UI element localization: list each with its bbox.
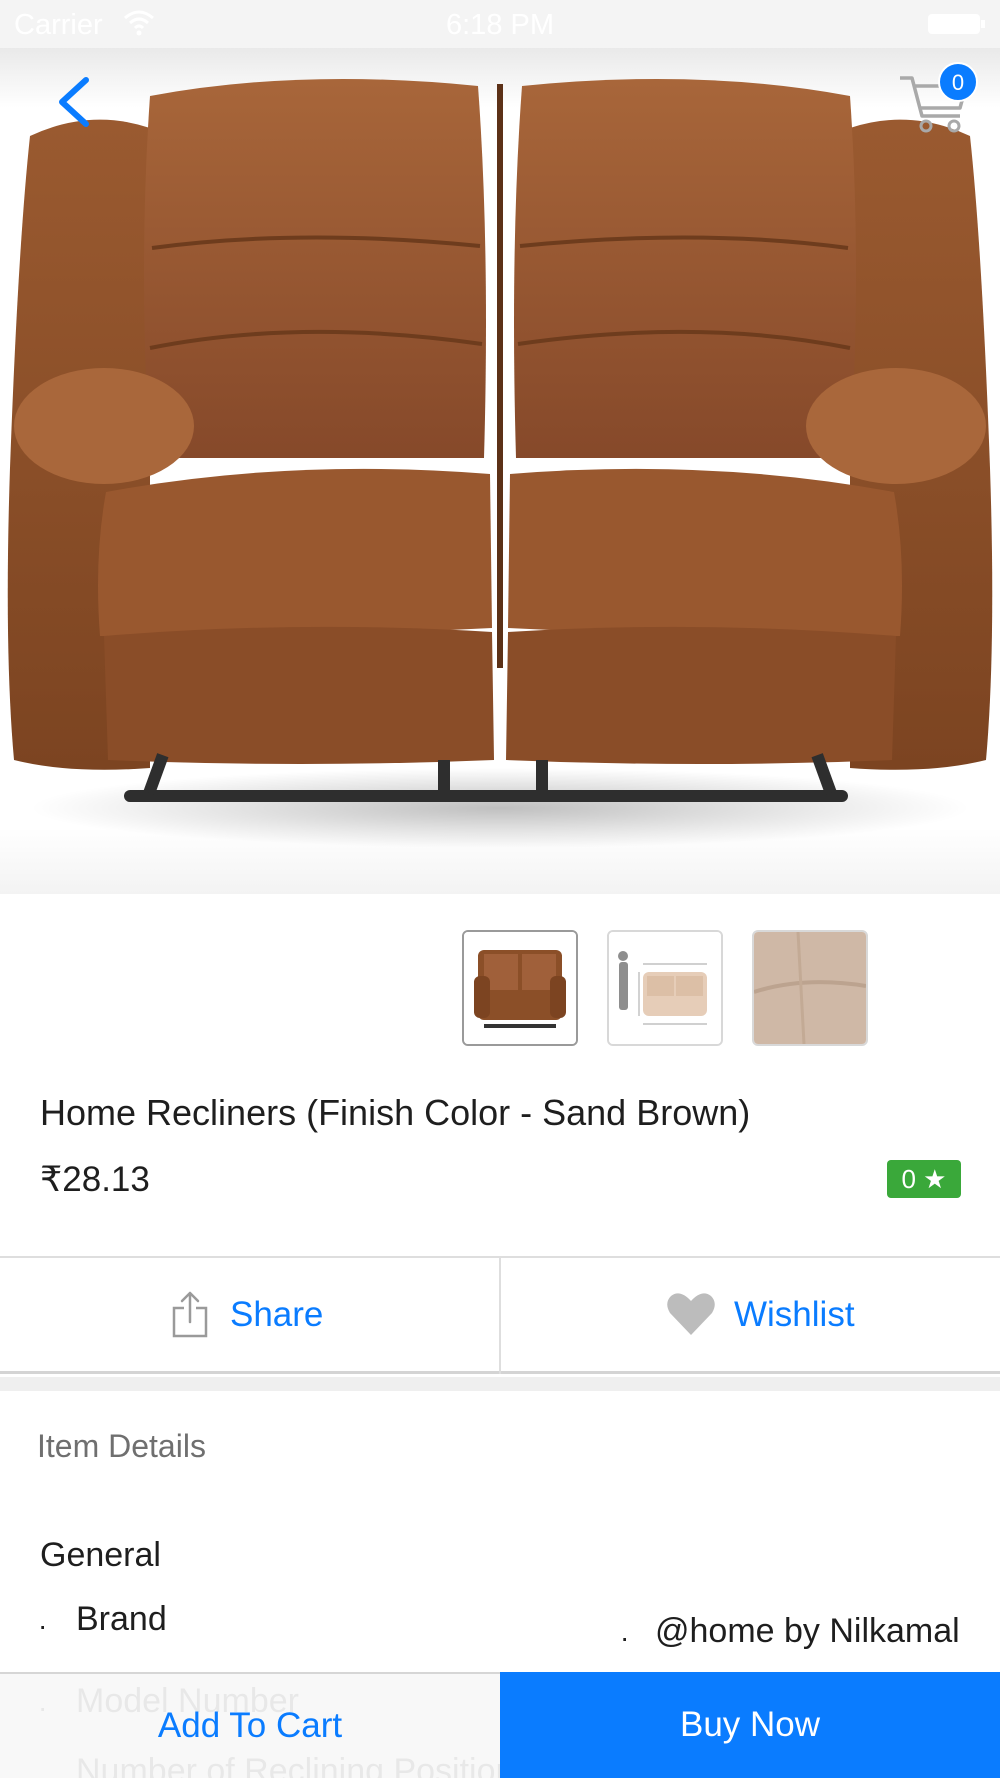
- product-hero-image[interactable]: [0, 48, 1000, 894]
- thumbnail-sofa-front[interactable]: [462, 930, 578, 1046]
- rating-badge: 0 ★: [887, 1160, 961, 1198]
- dimensions-thumbnail-image: [609, 932, 721, 1044]
- status-time: 6:18 PM: [446, 9, 554, 41]
- spec-value-brand: @home by Nilkamal: [655, 1612, 960, 1650]
- status-bar: Carrier 6:18 PM: [0, 0, 1000, 48]
- wishlist-label: Wishlist: [734, 1295, 855, 1334]
- sofa-thumbnail-image: [464, 932, 576, 1044]
- battery-icon: [928, 14, 985, 34]
- item-details-header: Item Details: [37, 1428, 206, 1464]
- share-label: Share: [230, 1295, 324, 1334]
- thumbnail-fabric-closeup[interactable]: [752, 930, 868, 1046]
- back-button[interactable]: [52, 74, 96, 130]
- product-title: Home Recliners (Finish Color - Sand Brow…: [40, 1092, 751, 1133]
- section-separator: [0, 1377, 1000, 1391]
- bottom-action-bar: Add To Cart Buy Now: [0, 1672, 1000, 1778]
- add-to-cart-button[interactable]: Add To Cart: [0, 1672, 500, 1778]
- section-general-title: General: [40, 1536, 161, 1574]
- share-button[interactable]: Share: [172, 1290, 352, 1340]
- thumbnail-sofa-dimensions[interactable]: [607, 930, 723, 1046]
- buy-now-button[interactable]: Buy Now: [500, 1672, 1000, 1778]
- product-price: ₹28.13: [40, 1160, 150, 1199]
- spec-bullet: ·: [38, 1610, 48, 1641]
- spec-key-brand: Brand: [76, 1600, 167, 1638]
- fabric-thumbnail-image: [754, 932, 866, 1044]
- sofa-photo: [7, 78, 993, 848]
- action-divider: [499, 1256, 501, 1374]
- spec-bullet: ·: [620, 1622, 630, 1653]
- wishlist-button[interactable]: Wishlist: [666, 1290, 886, 1340]
- cart-count-badge[interactable]: 0: [938, 62, 978, 102]
